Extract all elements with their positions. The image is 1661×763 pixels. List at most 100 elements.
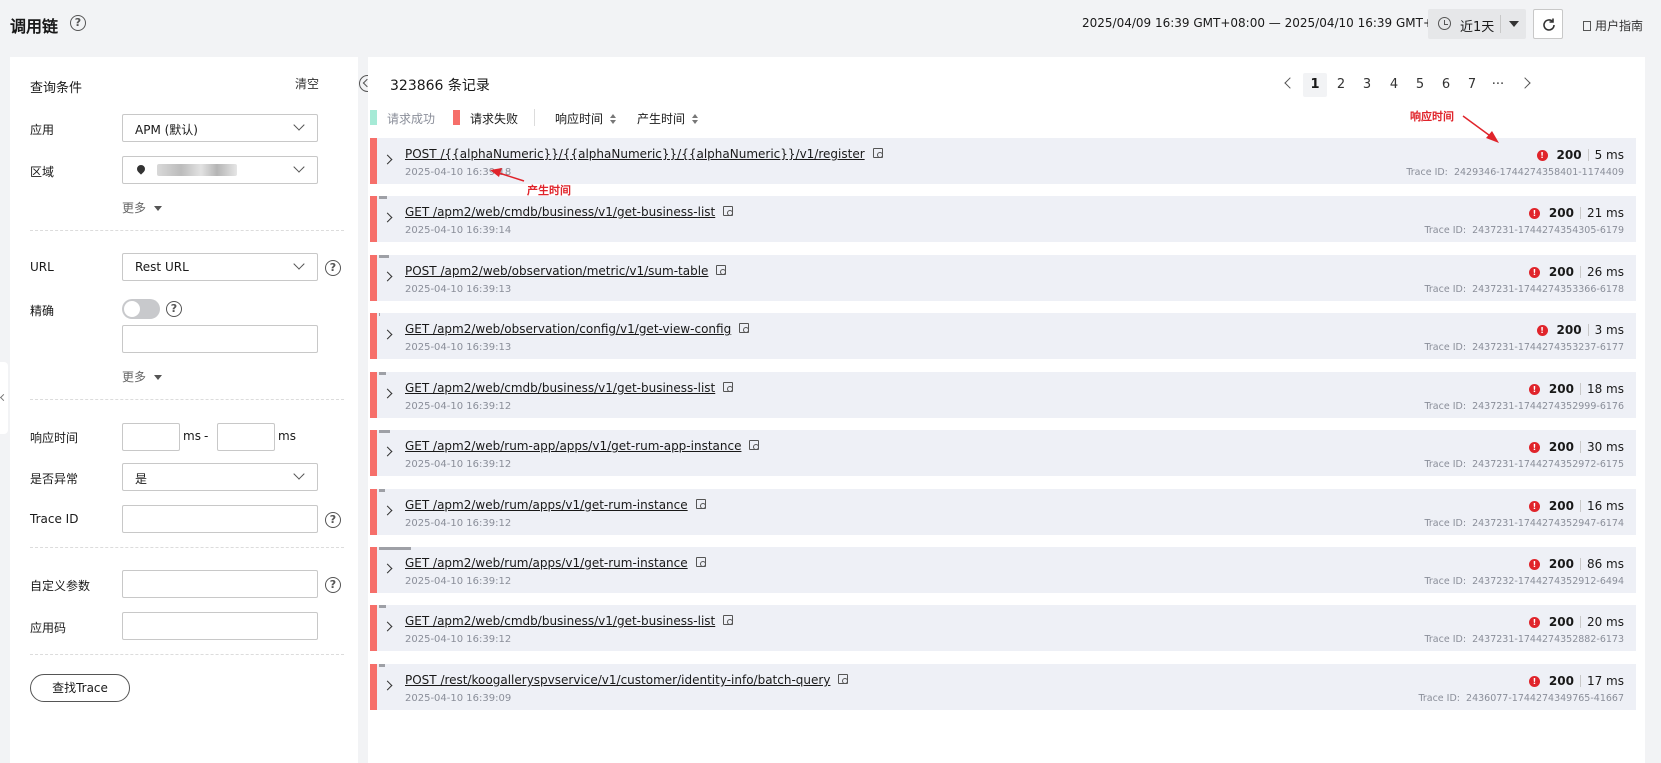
user-guide-link[interactable]: 用户指南 — [1583, 17, 1643, 34]
page-ellipsis[interactable]: ··· — [1486, 73, 1510, 97]
exception-select[interactable]: 是 — [122, 463, 318, 491]
trace-url-link[interactable]: GET /apm2/web/cmdb/business/v1/get-busin… — [405, 614, 734, 628]
exact-help-icon[interactable]: ? — [166, 301, 182, 317]
trace-summary: ! 200 86 ms — [1528, 557, 1624, 573]
region-value-redacted — [157, 164, 237, 176]
error-icon: ! — [1528, 267, 1540, 278]
expand-chevron-icon[interactable] — [382, 329, 393, 340]
expand-chevron-icon[interactable] — [382, 621, 393, 632]
duration-bar — [379, 547, 411, 550]
trace-row[interactable]: GET /apm2/web/rum/apps/v1/get-rum-instan… — [370, 489, 1636, 535]
trace-summary: ! 200 21 ms — [1528, 206, 1624, 222]
region-select[interactable] — [122, 156, 318, 184]
status-code: 200 — [1548, 206, 1574, 220]
custom-param-label: 自定义参数 — [30, 579, 91, 593]
response-time-label: 响应时间 — [30, 431, 79, 445]
copy-icon[interactable] — [872, 148, 883, 158]
caret-down-icon[interactable] — [1509, 21, 1519, 27]
expand-chevron-icon[interactable] — [382, 680, 393, 691]
caret-down-icon — [154, 206, 163, 211]
app-code-input[interactable] — [122, 612, 318, 640]
app-select[interactable]: APM (默认) — [122, 114, 318, 142]
trace-id-input[interactable] — [122, 505, 318, 533]
app-label: 应用 — [30, 123, 55, 137]
refresh-button[interactable] — [1533, 9, 1563, 39]
more-toggle[interactable]: 更多 — [122, 368, 163, 385]
trace-timestamp: 2025-04-10 16:39:13 — [405, 284, 512, 295]
copy-icon[interactable] — [716, 265, 727, 275]
copy-icon[interactable] — [723, 615, 734, 625]
ms-unit: ms — [278, 429, 296, 443]
fail-indicator — [370, 547, 377, 593]
prev-page-icon[interactable] — [1284, 77, 1296, 89]
sort-response-time[interactable]: 响应时间 — [555, 110, 617, 127]
page-6[interactable]: 6 — [1434, 73, 1458, 97]
copy-icon[interactable] — [838, 674, 849, 684]
page-3[interactable]: 3 — [1355, 73, 1379, 97]
expand-chevron-icon[interactable] — [382, 446, 393, 457]
trace-id: Trace ID: 2436077-1744274349765-41667 — [1418, 693, 1624, 704]
status-code: 200 — [1548, 674, 1574, 688]
copy-icon[interactable] — [723, 382, 734, 392]
copy-icon[interactable] — [695, 499, 706, 509]
trace-row[interactable]: POST /apm2/web/observation/metric/v1/sum… — [370, 255, 1636, 301]
trace-row[interactable]: GET /apm2/web/rum-app/apps/v1/get-rum-ap… — [370, 430, 1636, 476]
url-help-icon[interactable]: ? — [325, 260, 341, 276]
page-1[interactable]: 1 — [1303, 73, 1327, 97]
clear-button[interactable]: 清空 — [295, 75, 319, 92]
find-trace-button[interactable]: 查找Trace — [30, 674, 130, 702]
trace-url-link[interactable]: GET /apm2/web/rum/apps/v1/get-rum-instan… — [405, 556, 706, 570]
page-7[interactable]: 7 — [1460, 73, 1484, 97]
trace-timestamp: 2025-04-10 16:39:12 — [405, 634, 512, 645]
chevron-down-icon — [293, 119, 305, 131]
page-2[interactable]: 2 — [1329, 73, 1353, 97]
expand-chevron-icon[interactable] — [382, 271, 393, 282]
sort-created-time[interactable]: 产生时间 — [637, 110, 699, 127]
help-icon[interactable]: ? — [70, 15, 86, 31]
trace-row[interactable]: GET /apm2/web/rum/apps/v1/get-rum-instan… — [370, 547, 1636, 593]
trace-row[interactable]: GET /apm2/web/cmdb/business/v1/get-busin… — [370, 605, 1636, 651]
copy-icon[interactable] — [739, 323, 750, 333]
response-time-max-input[interactable] — [217, 423, 275, 451]
trace-url-link[interactable]: GET /apm2/web/cmdb/business/v1/get-busin… — [405, 205, 734, 219]
response-time: 5 ms — [1594, 148, 1624, 162]
next-page-icon[interactable] — [1519, 77, 1531, 89]
annotation-response-time: 响应时间 — [1410, 110, 1454, 123]
legend-fail[interactable]: 请求失败 — [470, 110, 518, 127]
trace-row[interactable]: POST /{{alphaNumeric}}/{{alphaNumeric}}/… — [370, 138, 1636, 184]
sidebar-collapse-handle[interactable] — [0, 362, 8, 434]
expand-chevron-icon[interactable] — [382, 154, 393, 165]
trace-row[interactable]: GET /apm2/web/cmdb/business/v1/get-busin… — [370, 196, 1636, 242]
trace-url-link[interactable]: POST /rest/koogalleryspvservice/v1/custo… — [405, 673, 849, 687]
url-label: URL — [30, 260, 54, 274]
page-5[interactable]: 5 — [1408, 73, 1432, 97]
time-range-select[interactable]: 近1天 — [1428, 9, 1526, 39]
copy-icon[interactable] — [723, 206, 734, 216]
exact-toggle[interactable] — [122, 299, 160, 319]
page-4[interactable]: 4 — [1382, 73, 1406, 97]
trace-url-link[interactable]: GET /apm2/web/rum-app/apps/v1/get-rum-ap… — [405, 439, 760, 453]
trace-id-help-icon[interactable]: ? — [325, 512, 341, 528]
copy-icon[interactable] — [749, 440, 760, 450]
legend-success[interactable]: 请求成功 — [387, 110, 435, 127]
trace-url-link[interactable]: POST /{{alphaNumeric}}/{{alphaNumeric}}/… — [405, 147, 883, 161]
response-time-min-input[interactable] — [122, 423, 180, 451]
trace-summary: ! 200 17 ms — [1528, 674, 1624, 690]
trace-row[interactable]: GET /apm2/web/observation/config/v1/get-… — [370, 313, 1636, 359]
custom-param-input[interactable] — [122, 570, 318, 598]
more-toggle[interactable]: 更多 — [122, 199, 163, 216]
trace-row[interactable]: POST /rest/koogalleryspvservice/v1/custo… — [370, 664, 1636, 710]
expand-chevron-icon[interactable] — [382, 212, 393, 223]
expand-chevron-icon[interactable] — [382, 563, 393, 574]
expand-chevron-icon[interactable] — [382, 388, 393, 399]
expand-chevron-icon[interactable] — [382, 505, 393, 516]
trace-url-link[interactable]: GET /apm2/web/observation/config/v1/get-… — [405, 322, 750, 336]
custom-param-help-icon[interactable]: ? — [325, 577, 341, 593]
trace-url-link[interactable]: GET /apm2/web/rum/apps/v1/get-rum-instan… — [405, 498, 706, 512]
copy-icon[interactable] — [695, 557, 706, 567]
url-input[interactable] — [122, 325, 318, 353]
trace-url-link[interactable]: POST /apm2/web/observation/metric/v1/sum… — [405, 264, 727, 278]
url-type-select[interactable]: Rest URL — [122, 253, 318, 281]
trace-row[interactable]: GET /apm2/web/cmdb/business/v1/get-busin… — [370, 372, 1636, 418]
trace-url-link[interactable]: GET /apm2/web/cmdb/business/v1/get-busin… — [405, 381, 734, 395]
